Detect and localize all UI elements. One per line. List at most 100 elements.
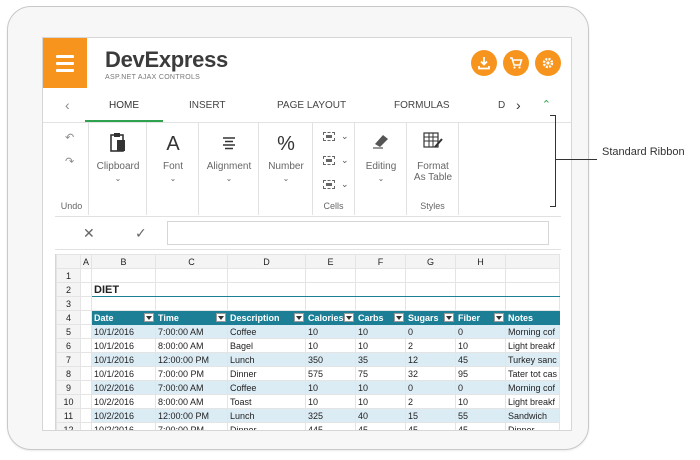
cancel-edit-icon[interactable]: ✕ — [83, 225, 95, 242]
cell[interactable] — [79, 380, 93, 395]
tab-formulas[interactable]: FORMULAS — [394, 100, 450, 111]
undo-icon[interactable]: ↶ — [65, 131, 74, 144]
cell[interactable] — [79, 324, 93, 339]
data-cell[interactable]: Lunch — [227, 352, 307, 367]
column-header[interactable]: B — [91, 254, 157, 269]
row-header[interactable]: 11 — [56, 408, 81, 423]
header-cell-description[interactable]: Description — [227, 310, 307, 325]
filter-dropdown-icon[interactable] — [344, 313, 355, 322]
cell[interactable] — [355, 268, 407, 283]
header-cell-calories[interactable]: Calories — [305, 310, 357, 325]
data-cell[interactable]: 2 — [405, 394, 457, 409]
data-cell[interactable]: Dinner — [505, 422, 561, 430]
data-cell[interactable]: Turkey sanc — [505, 352, 561, 367]
cell[interactable] — [79, 366, 93, 381]
data-cell[interactable]: 12:00:00 PM — [155, 408, 229, 423]
header-cell-fiber[interactable]: Fiber — [455, 310, 507, 325]
row-header[interactable]: 3 — [56, 296, 81, 311]
column-header[interactable]: E — [305, 254, 357, 269]
row-header[interactable]: 6 — [56, 338, 81, 353]
data-cell[interactable]: 15 — [405, 408, 457, 423]
cell[interactable] — [405, 296, 457, 311]
data-cell[interactable]: 10 — [305, 380, 357, 395]
tab-home[interactable]: HOME — [109, 100, 139, 111]
cell[interactable] — [405, 282, 457, 297]
cell[interactable] — [227, 268, 307, 283]
row-header[interactable]: 10 — [56, 394, 81, 409]
data-cell[interactable]: 10/2/2016 — [91, 380, 157, 395]
data-cell[interactable]: 10/1/2016 — [91, 352, 157, 367]
cell[interactable] — [227, 296, 307, 311]
header-cell-carbs[interactable]: Carbs — [355, 310, 407, 325]
data-cell[interactable]: 0 — [455, 324, 507, 339]
column-header-empty[interactable] — [505, 254, 561, 269]
editing-button[interactable]: Editing ⌄ — [355, 131, 407, 183]
sheet-title[interactable]: DIET — [91, 282, 157, 297]
data-cell[interactable]: 10 — [305, 338, 357, 353]
header-cell-date[interactable]: Date — [91, 310, 157, 325]
data-cell[interactable]: 350 — [305, 352, 357, 367]
data-cell[interactable]: 10/1/2016 — [91, 366, 157, 381]
data-cell[interactable]: 10 — [355, 338, 407, 353]
data-cell[interactable]: 8:00:00 AM — [155, 394, 229, 409]
cell[interactable] — [405, 268, 457, 283]
clipboard-button[interactable]: Clipboard ⌄ — [89, 131, 147, 183]
data-cell[interactable]: 10 — [455, 394, 507, 409]
header-cell-notes[interactable]: Notes — [505, 310, 561, 325]
row-header[interactable]: 5 — [56, 324, 81, 339]
delete-cells-button[interactable]: ⌄ — [323, 155, 349, 166]
header-cell-sugars[interactable]: Sugars — [405, 310, 457, 325]
row-header[interactable]: 7 — [56, 352, 81, 367]
row-header[interactable]: 9 — [56, 380, 81, 395]
data-cell[interactable]: 10 — [305, 394, 357, 409]
data-cell[interactable]: Light breakf — [505, 338, 561, 353]
menu-button[interactable] — [43, 38, 87, 88]
data-cell[interactable]: 0 — [405, 380, 457, 395]
row-header[interactable]: 8 — [56, 366, 81, 381]
cell[interactable] — [455, 296, 507, 311]
number-button[interactable]: % Number ⌄ — [259, 131, 313, 183]
header-cell-time[interactable]: Time — [155, 310, 229, 325]
data-cell[interactable]: 8:00:00 AM — [155, 338, 229, 353]
data-cell[interactable]: 32 — [405, 366, 457, 381]
data-cell[interactable]: 10/2/2016 — [91, 394, 157, 409]
data-cell[interactable]: 7:00:00 AM — [155, 324, 229, 339]
formula-input[interactable] — [167, 221, 549, 245]
data-cell[interactable]: 12:00:00 PM — [155, 352, 229, 367]
cell[interactable] — [79, 422, 93, 430]
data-cell[interactable]: 10/2/2016 — [91, 422, 157, 430]
row-header[interactable]: 4 — [56, 310, 81, 325]
data-cell[interactable]: 2 — [405, 338, 457, 353]
cell[interactable] — [79, 296, 93, 311]
filter-dropdown-icon[interactable] — [216, 313, 227, 322]
cell[interactable] — [505, 268, 561, 283]
alignment-button[interactable]: Alignment ⌄ — [199, 131, 259, 183]
tab-data-partial[interactable]: D — [498, 100, 505, 111]
data-cell[interactable]: 55 — [455, 408, 507, 423]
cell[interactable] — [305, 296, 357, 311]
column-header[interactable]: A — [79, 254, 93, 269]
cell[interactable] — [505, 282, 561, 297]
cell[interactable] — [79, 352, 93, 367]
column-header[interactable]: D — [227, 254, 307, 269]
settings-button[interactable] — [535, 50, 561, 76]
filter-dropdown-icon[interactable] — [444, 313, 455, 322]
cell[interactable] — [355, 296, 407, 311]
data-cell[interactable]: 10 — [355, 380, 407, 395]
data-cell[interactable]: Lunch — [227, 408, 307, 423]
cell[interactable] — [79, 394, 93, 409]
data-cell[interactable]: 45 — [455, 352, 507, 367]
data-cell[interactable]: 75 — [355, 366, 407, 381]
data-cell[interactable]: Morning cof — [505, 380, 561, 395]
cell[interactable] — [79, 282, 93, 297]
cell[interactable] — [155, 268, 229, 283]
cell[interactable] — [91, 296, 157, 311]
cell[interactable] — [79, 408, 93, 423]
font-button[interactable]: A Font ⌄ — [147, 131, 199, 183]
data-cell[interactable]: 10 — [455, 338, 507, 353]
data-cell[interactable]: 45 — [405, 422, 457, 430]
data-cell[interactable]: 10 — [305, 324, 357, 339]
data-cell[interactable]: 10/2/2016 — [91, 408, 157, 423]
collapse-ribbon-icon[interactable]: ⌃ — [542, 98, 551, 111]
data-cell[interactable]: Dinner — [227, 366, 307, 381]
